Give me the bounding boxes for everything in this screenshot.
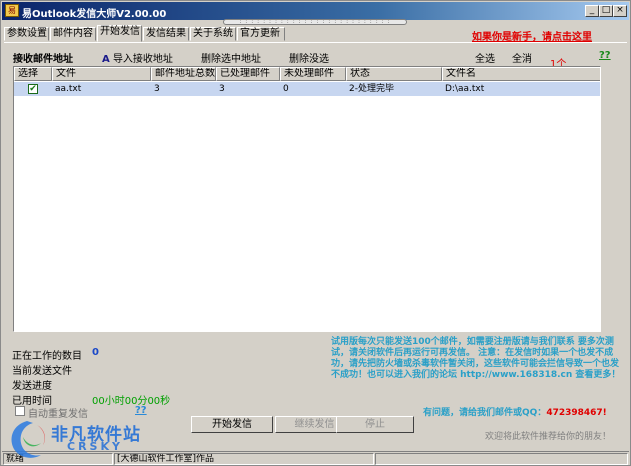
status-empty — [375, 453, 628, 465]
close-button[interactable]: × — [613, 5, 627, 17]
col-done[interactable]: 已处理邮件 — [216, 67, 280, 81]
row-file: aa.txt — [55, 84, 82, 94]
contact-qq: 472398467! — [546, 408, 607, 418]
start-send-button[interactable]: 开始发信 — [191, 416, 273, 433]
col-total[interactable]: 邮件地址总数 — [151, 67, 216, 81]
row-state: 2-处理完毕 — [349, 84, 394, 94]
row-done: 3 — [219, 84, 225, 94]
maximize-button[interactable]: □ — [599, 5, 613, 17]
delete-unselected-button[interactable]: 删除没选 — [289, 50, 329, 65]
import-button[interactable]: A 导入接收地址 — [102, 50, 173, 65]
tab-updates[interactable]: 官方更新 — [237, 27, 285, 41]
list-header: 选择 文件 邮件地址总数 已处理邮件 未处理邮件 状态 文件名 — [14, 67, 600, 81]
welcome-text: 欢迎将此软件推荐给你的朋友！ — [485, 432, 612, 442]
title-bar[interactable]: 易 易Outlook发信大师V2.00.00 _ □ × — [2, 2, 629, 20]
tab-about[interactable]: 关于系统 — [190, 27, 236, 41]
recv-address-label: 接收邮件地址 — [13, 54, 73, 65]
tab-start-send[interactable]: 开始发信 — [97, 25, 142, 42]
row-total: 3 — [154, 84, 160, 94]
splitter-grip[interactable]: : : : : : : : : : : : : : : : : : : : : … — [223, 19, 407, 25]
address-list[interactable]: 选择 文件 邮件地址总数 已处理邮件 未处理邮件 状态 文件名 ✔ aa.txt… — [13, 66, 601, 332]
col-state[interactable]: 状态 — [346, 67, 442, 81]
progress-label: 发送进度 — [12, 381, 52, 392]
window-title: 易Outlook发信大师V2.00.00 — [22, 9, 167, 20]
list-help-link[interactable]: ?? — [599, 50, 611, 61]
trial-notice: 试用版每次只能发送100个邮件，如需要注册版请与我们联系 要多次测试，请关闭软件… — [331, 337, 621, 380]
clear-selection-button[interactable]: 全消 — [512, 50, 532, 65]
col-file[interactable]: 文件 — [52, 67, 151, 81]
tab-mail-content[interactable]: 邮件内容 — [50, 27, 96, 41]
delete-selected-button[interactable]: 删除选中地址 — [201, 50, 261, 65]
row-checkbox[interactable]: ✔ — [28, 84, 38, 94]
tab-send-results[interactable]: 发信结果 — [143, 27, 189, 41]
stop-button[interactable]: 停止 — [336, 416, 414, 433]
row-pending: 0 — [283, 84, 289, 94]
table-row[interactable]: ✔ aa.txt 3 3 0 2-处理完毕 D:\aa.txt — [14, 82, 600, 96]
contact-info: 有问题，请给我们邮件或QQ：472398467! — [423, 405, 607, 418]
col-select[interactable]: 选择 — [14, 67, 52, 81]
elapsed-value: 00小时00分00秒 — [92, 396, 171, 407]
import-icon: A — [102, 54, 110, 65]
current-file-label: 当前发送文件 — [12, 366, 72, 377]
row-path: D:\aa.txt — [445, 84, 485, 94]
contact-text: 有问题，请给我们邮件或QQ： — [423, 408, 547, 418]
minimize-button[interactable]: _ — [585, 5, 599, 17]
select-all-button[interactable]: 全选 — [475, 50, 495, 65]
col-pending[interactable]: 未处理邮件 — [280, 67, 346, 81]
app-icon: 易 — [5, 4, 19, 17]
working-count-value: 0 — [92, 347, 99, 358]
import-label: 导入接收地址 — [112, 54, 173, 65]
col-filename[interactable]: 文件名 — [442, 67, 600, 81]
newbie-help-link[interactable]: 如果你是新手，请点击这里 — [472, 28, 592, 43]
main-window: 易 易Outlook发信大师V2.00.00 _ □ × : : : : : :… — [0, 0, 631, 466]
tab-settings[interactable]: 参数设置 — [4, 27, 49, 41]
working-count-label: 正在工作的数目 — [12, 351, 82, 362]
watermark-subtext: CRSKY — [67, 440, 123, 453]
